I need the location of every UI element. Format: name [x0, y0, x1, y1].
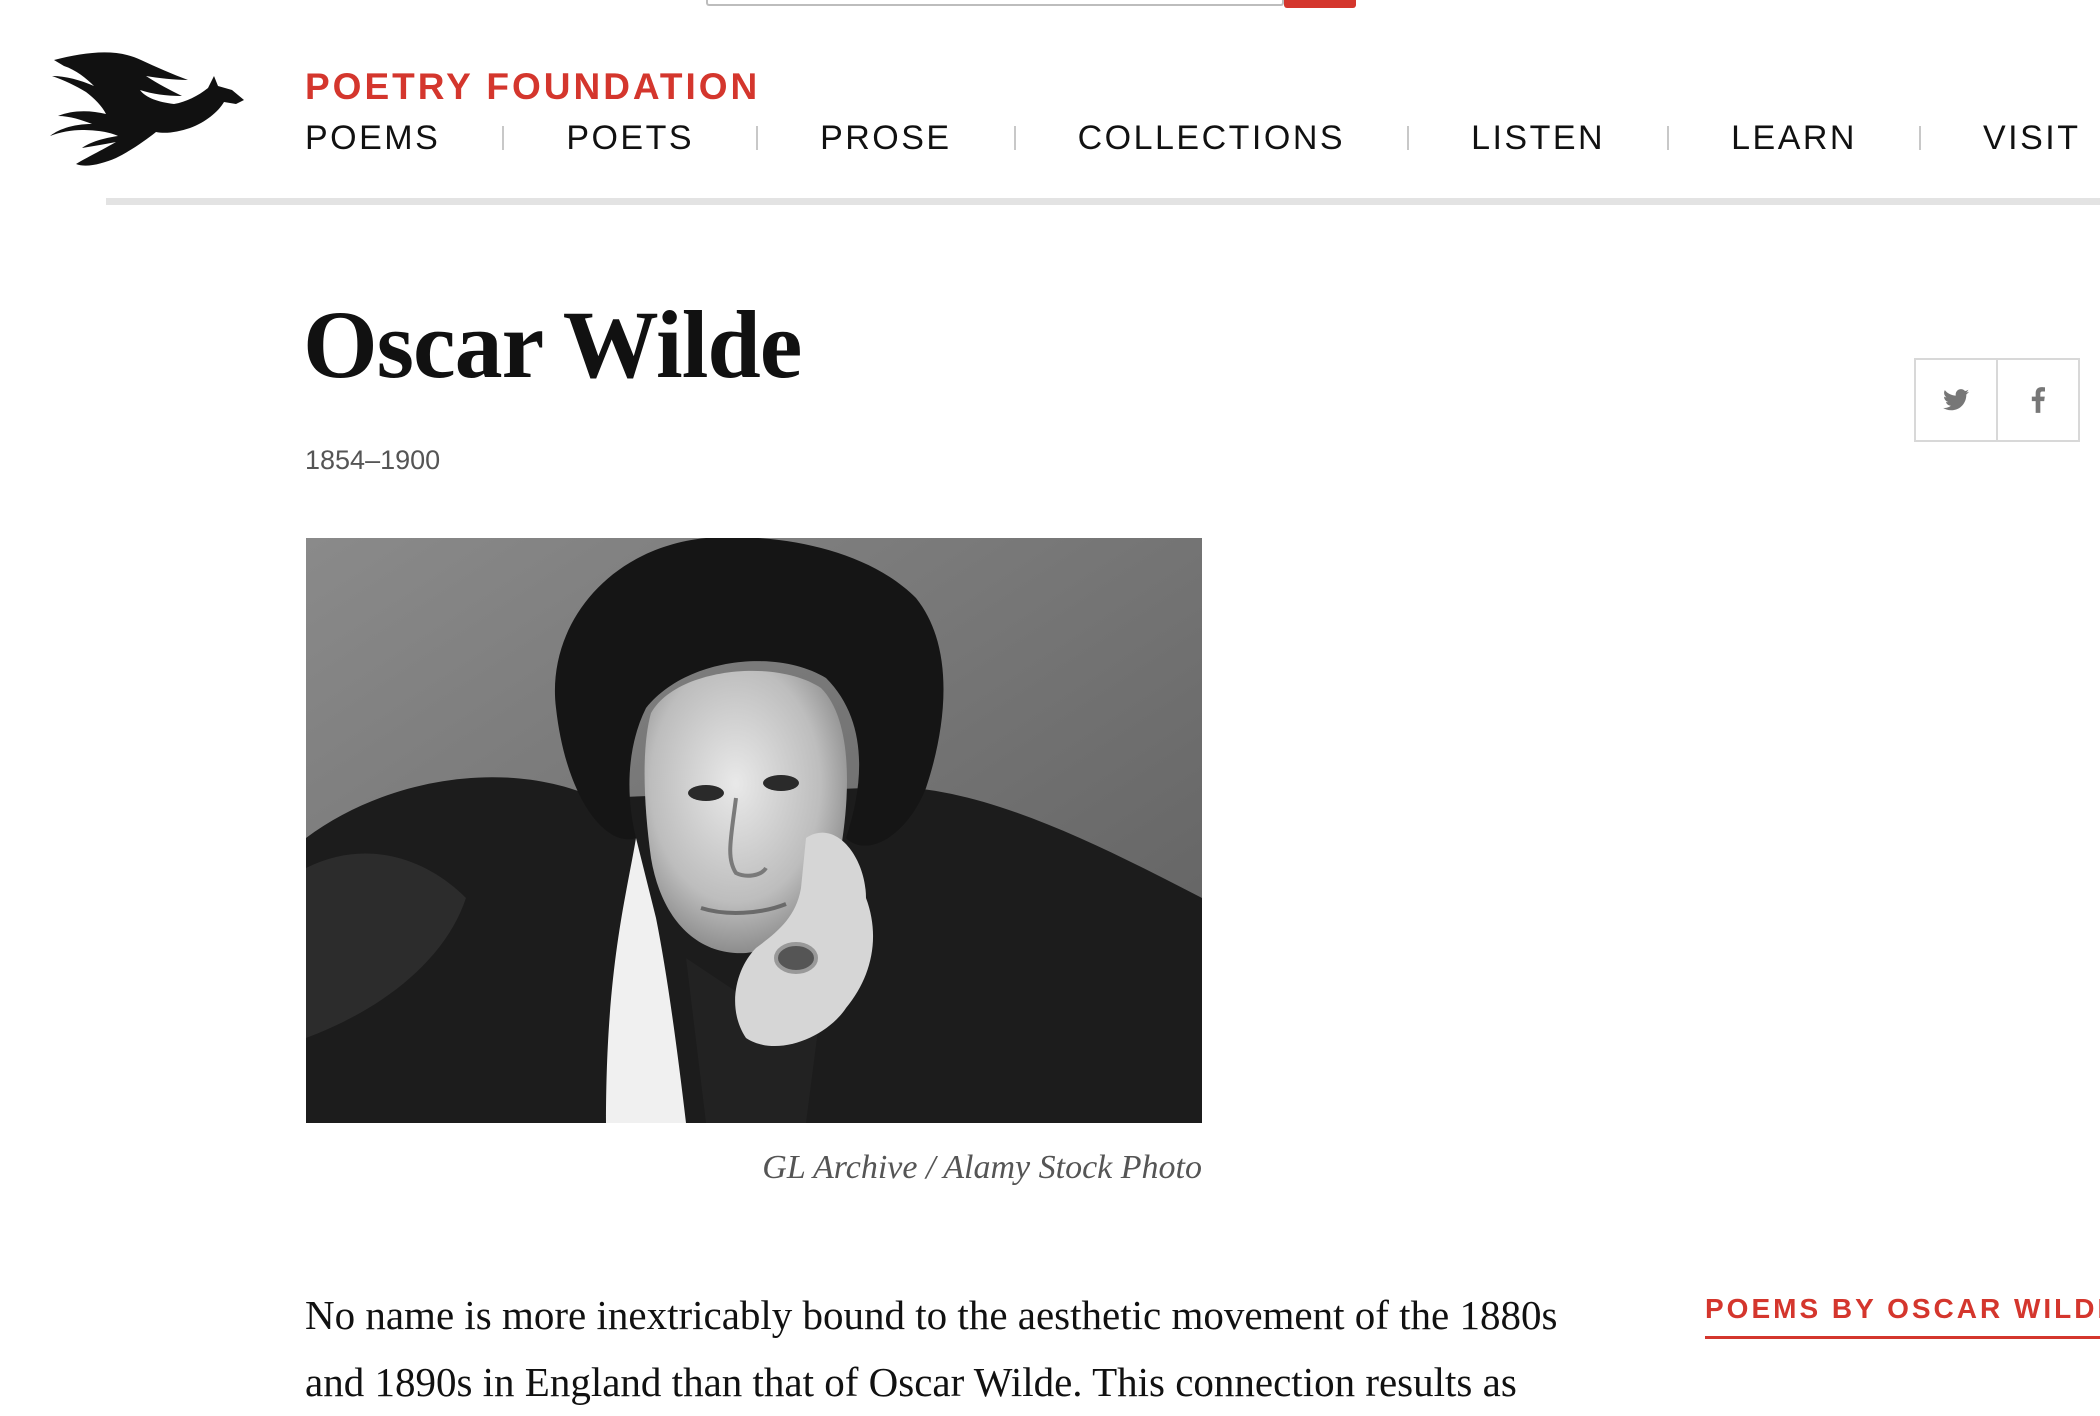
image-caption: GL Archive / Alamy Stock Photo: [762, 1149, 1202, 1186]
brand-name[interactable]: POETRY FOUNDATION: [305, 66, 760, 108]
sidebar-heading-underline: [1705, 1336, 2100, 1339]
main-nav: POEMS POETS PROSE COLLECTIONS LISTEN LEA…: [305, 116, 2100, 160]
nav-item-poems[interactable]: POEMS: [305, 118, 440, 158]
sidebar-heading[interactable]: POEMS BY OSCAR WILDE: [1705, 1292, 2100, 1326]
nav-item-prose[interactable]: PROSE: [820, 118, 952, 158]
nav-item-poets[interactable]: POETS: [566, 118, 694, 158]
sidebar-first-item-peek: [1705, 1390, 2100, 1400]
nav-separator: [756, 126, 759, 150]
nav-item-collections[interactable]: COLLECTIONS: [1078, 118, 1345, 158]
nav-item-visit[interactable]: VISIT: [1983, 118, 2081, 158]
nav-item-learn[interactable]: LEARN: [1731, 118, 1857, 158]
header-divider: [106, 198, 2100, 205]
poet-portrait: [306, 538, 1202, 1123]
nav-separator: [1407, 126, 1410, 150]
share-buttons: [1914, 358, 2100, 442]
twitter-icon: [1943, 389, 1969, 411]
bio-paragraph: No name is more inextricably bound to th…: [305, 1292, 1558, 1405]
search-button[interactable]: [1284, 0, 1356, 8]
twitter-share-button[interactable]: [1914, 358, 1998, 442]
poet-dates: 1854–1900: [305, 445, 441, 475]
nav-separator: [502, 126, 505, 150]
search-bar[interactable]: [706, 0, 1284, 6]
nav-separator: [1013, 126, 1016, 150]
facebook-icon: [2031, 387, 2045, 413]
nav-item-listen[interactable]: LISTEN: [1471, 118, 1605, 158]
nav-separator: [1667, 126, 1670, 150]
facebook-share-button[interactable]: [1996, 358, 2080, 442]
pegasus-icon[interactable]: [46, 50, 250, 168]
nav-separator: [1918, 126, 1921, 150]
page-title: Oscar Wilde: [303, 291, 802, 398]
